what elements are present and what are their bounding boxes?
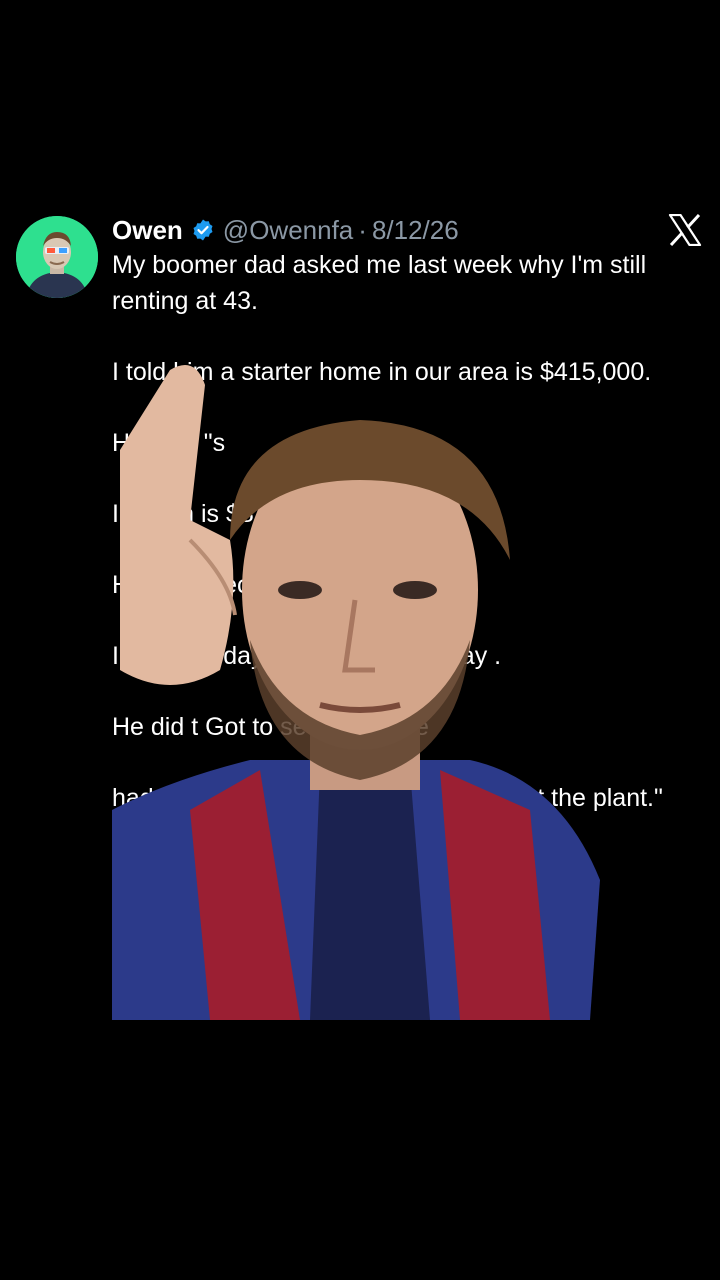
tweet-card: Owen @Owennfa · 8/12/26 My boomer dad as…	[0, 0, 720, 1280]
tweet-paragraph: My boomer dad asked me last week why I'm…	[112, 251, 647, 315]
separator-dot: ·	[358, 214, 367, 245]
display-name[interactable]: Owen	[112, 215, 183, 246]
x-logo-icon[interactable]	[668, 214, 702, 246]
person-figure	[112, 365, 600, 1020]
user-handle[interactable]: @Owennfa	[223, 215, 353, 246]
verified-badge-icon	[191, 218, 215, 242]
creator-video-overlay	[110, 340, 610, 1020]
avatar[interactable]	[16, 216, 98, 298]
avatar-illustration	[16, 216, 98, 298]
tweet-date[interactable]: 8/12/26	[372, 215, 459, 246]
tweet-header: Owen @Owennfa · 8/12/26	[112, 210, 459, 250]
